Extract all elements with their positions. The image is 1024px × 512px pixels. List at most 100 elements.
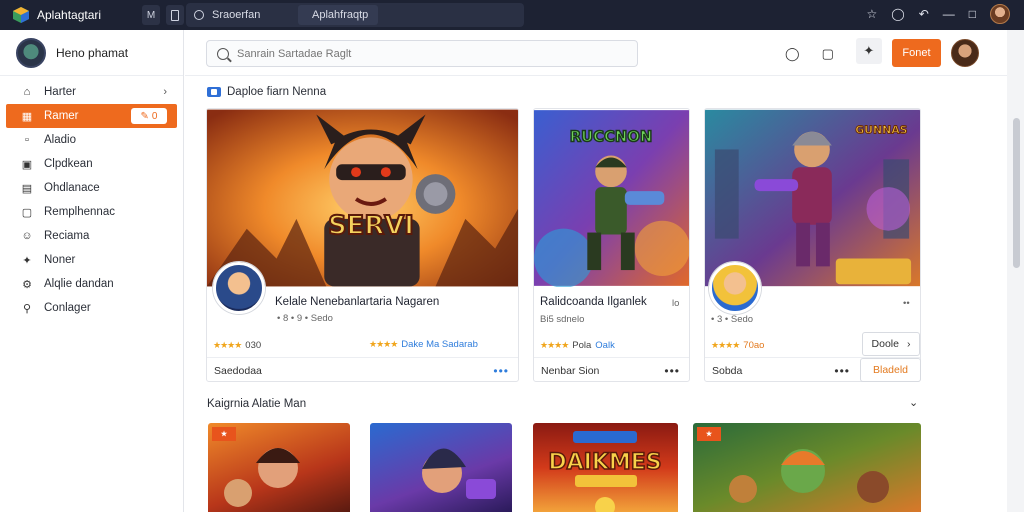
profile-avatar: [16, 37, 46, 68]
sidebar-nav: ⌂ Harter › ▦ Ramer ✎ 0 ▫ Aladio ▣ Clpdkea…: [0, 80, 183, 320]
gear-icon: ⚙: [22, 278, 32, 291]
section-title-text: Kaigrnia Alatie Man: [207, 398, 307, 410]
search-icon: ⚲: [22, 302, 32, 315]
star-rating: ★★★★: [369, 339, 398, 349]
undo-icon[interactable]: ↶: [919, 7, 929, 21]
sidebar-item-home[interactable]: ⌂ Harter ›: [0, 80, 183, 104]
sidebar-item-downloads[interactable]: ▣ Clpdkean: [0, 152, 183, 176]
library-icon: ▤: [21, 182, 33, 195]
game-art-3: GUNNAS: [705, 109, 920, 287]
home-icon: ⌂: [23, 86, 31, 98]
creator-avatar: [213, 262, 265, 314]
card-title: Kelale Nenebanlartaria Nagaren: [275, 296, 440, 308]
game-tile-2[interactable]: [370, 423, 512, 512]
more-options-icon[interactable]: •••: [493, 364, 509, 378]
address-left-text: Sraoerfan: [212, 9, 261, 21]
user-avatar[interactable]: [990, 4, 1010, 24]
ribbon-badge: ★: [697, 427, 721, 441]
game-art-2-logo: RUCCNON: [570, 129, 652, 146]
game-tile-1[interactable]: ★: [208, 423, 350, 512]
menu-button[interactable]: M: [142, 5, 160, 25]
card-footer-label: Sobda: [712, 364, 743, 377]
top-header: ◯ ▢ ✦ Fonet: [185, 30, 1007, 76]
game-tile-4[interactable]: ★: [693, 423, 921, 512]
maximize-icon[interactable]: □: [969, 7, 976, 21]
sidebar-item-puzzle[interactable]: ✦ Noner: [0, 248, 183, 272]
star-rating: ★★★★: [540, 340, 569, 350]
search-bar[interactable]: [206, 40, 638, 67]
sidebar-item-search[interactable]: ⚲ Conlager: [0, 296, 183, 320]
audio-icon: ▫: [25, 134, 29, 146]
game-card-2[interactable]: RUCCNON Ralidcoanda Ilganlek lo Bi5 sdne…: [533, 108, 690, 382]
tab-icon: [171, 9, 179, 21]
sidebar-item-user[interactable]: ☺ Reciama: [0, 224, 183, 248]
count-badge: ✎ 0: [131, 108, 167, 124]
game-tile-2-art: [422, 448, 496, 499]
sidebar-item-settings[interactable]: ⚙ Alqlie dandan: [0, 272, 183, 296]
scrollbar[interactable]: [1007, 30, 1024, 512]
more-options-icon[interactable]: •••: [834, 364, 850, 378]
card-footer-label: Saedodaa: [214, 364, 262, 377]
puzzle-button[interactable]: ✦: [855, 38, 882, 64]
game-art-1: SERVI: [207, 109, 518, 287]
rating-extra: Oalk: [595, 340, 615, 351]
scrollbar-thumb[interactable]: [1013, 118, 1020, 268]
chat-icon[interactable]: ◯: [785, 46, 800, 62]
sidebar-item-label: Ramer: [44, 110, 79, 122]
header-action-button[interactable]: Fonet: [892, 39, 941, 67]
section-icon: [207, 87, 221, 97]
game-art-2: RUCCNON: [534, 110, 689, 287]
card-title: Ralidcoanda Ilganlek: [540, 296, 647, 308]
card-footer-label: Nenbar Sion: [541, 364, 600, 377]
pencil-icon: ✎: [140, 110, 149, 122]
minimize-icon[interactable]: —: [943, 7, 955, 21]
game-art-3-logo: GUNNAS: [855, 124, 907, 137]
sidebar-item-library[interactable]: ▤ Ohdlanace: [0, 176, 183, 200]
card-footer: Nenbar Sion •••: [534, 357, 689, 381]
details-button[interactable]: Doole ›: [862, 332, 920, 356]
rating-value: 70ao: [743, 340, 765, 351]
download-button[interactable]: Bladeld: [860, 358, 921, 382]
puzzle-icon: ✦: [22, 254, 32, 267]
more-options-icon[interactable]: •••: [664, 364, 680, 378]
sidebar-item-label: Clpdkean: [44, 158, 93, 170]
app-logo-icon: [13, 7, 29, 23]
sidebar-item-window[interactable]: ▢ Remplhennac: [0, 200, 183, 224]
chevron-right-icon: ›: [906, 338, 911, 350]
card-meta: • 8 • 9 • Sedo: [277, 313, 333, 324]
card-meta: Bi5 sdnelo: [540, 314, 585, 325]
header-avatar[interactable]: [951, 39, 979, 67]
app-title: Aplahtagtari: [37, 8, 102, 22]
profile-name: Heno phamat: [56, 45, 129, 60]
sidebar-item-label: Aladio: [44, 134, 76, 146]
window-icon: ▢: [21, 206, 33, 219]
section-title-featured: Daploe fiarn Nenna: [207, 86, 326, 98]
rating-value: 030: [245, 340, 262, 351]
chevron-right-icon: ›: [163, 86, 167, 98]
sidebar: Heno phamat ⌂ Harter › ▦ Ramer ✎ 0 ▫ Alad…: [0, 30, 184, 512]
address-bar[interactable]: Sraoerfan Aplahfraqtp: [186, 3, 524, 27]
search-input[interactable]: [237, 47, 617, 60]
rating-row: ★★★★ 030: [213, 340, 261, 351]
star-rating: ★★★★: [711, 340, 740, 350]
secondary-rating-row: ★★★★ Dake Ma Sadarab: [369, 339, 478, 350]
profile[interactable]: Heno phamat: [0, 30, 183, 76]
game-art-1-logo: SERVI: [328, 211, 414, 241]
copy-icon[interactable]: ▢: [822, 46, 834, 62]
tab-icon-button[interactable]: [166, 5, 184, 25]
address-right-text: Aplahfraqtp: [312, 9, 369, 21]
star-rating: ★★★★: [213, 340, 242, 350]
game-tile-3-logo: DAIKMES: [548, 450, 661, 475]
card-footer: Saedodaa •••: [207, 357, 518, 381]
game-tile-3[interactable]: DAIKMES: [533, 423, 678, 512]
game-tile-4-art: [729, 449, 889, 503]
sidebar-item-label: Conlager: [44, 302, 91, 314]
sidebar-item-games[interactable]: ▦ Ramer ✎ 0: [6, 104, 177, 128]
help-icon[interactable]: ◯: [891, 7, 904, 21]
star-icon[interactable]: ☆: [866, 7, 877, 21]
sidebar-item-audio[interactable]: ▫ Aladio: [0, 128, 183, 152]
titlebar-controls: ☆ ◯ ↶ — □: [866, 4, 1010, 24]
header-icons: ◯ ▢ ✦: [785, 38, 882, 64]
chevron-down-icon[interactable]: ⌄: [909, 396, 918, 409]
section-title-text: Daploe fiarn Nenna: [227, 86, 327, 98]
